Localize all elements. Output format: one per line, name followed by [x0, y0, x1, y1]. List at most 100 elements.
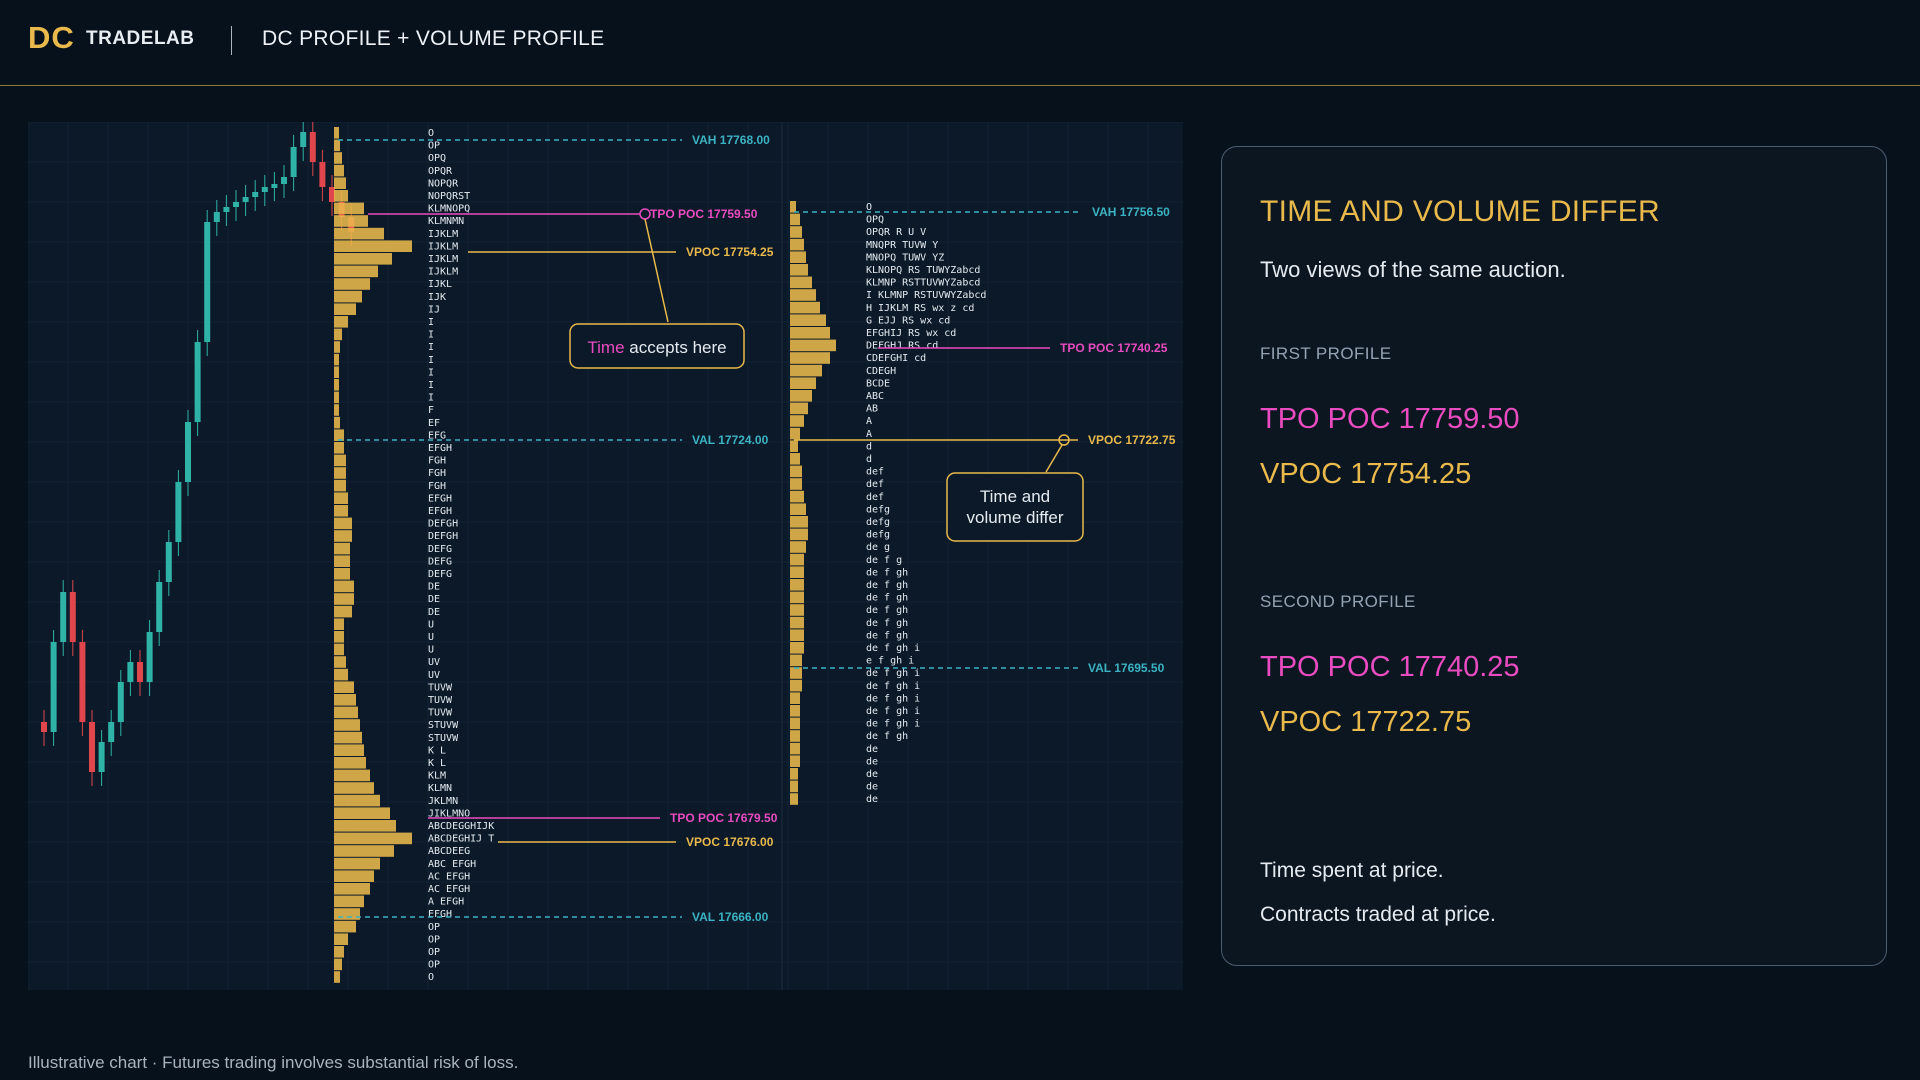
- volume-bar: [790, 201, 796, 213]
- volume-bar: [334, 908, 360, 920]
- second-profile-label: SECOND PROFILE: [1260, 592, 1416, 611]
- note-contracts: Contracts traded at price.: [1260, 903, 1496, 926]
- tpo-letter-row: KLM: [428, 771, 446, 782]
- tpo-letter-row: CDEGH: [866, 366, 896, 377]
- volume-bar: [334, 580, 354, 593]
- volume-bar: [790, 768, 798, 780]
- tpo-letter-row: de f gh: [866, 580, 908, 591]
- vpoc-1b-label: VPOC 17676.00: [686, 835, 774, 849]
- brand-logo[interactable]: DC: [28, 20, 75, 56]
- tpo-letter-row: de: [866, 769, 878, 780]
- volume-bar: [334, 857, 380, 870]
- volume-bar: [790, 553, 804, 566]
- callout-text-differ-2: volume differ: [966, 508, 1063, 527]
- volume-bar: [790, 213, 800, 226]
- tpo-letter-row: EFGH: [428, 506, 452, 517]
- tpo-letter-row: UV: [428, 657, 440, 668]
- tpo-letter-row: MNOPQ TUWV YZ: [866, 252, 944, 263]
- volume-bar: [334, 568, 350, 580]
- volume-bar: [334, 870, 374, 882]
- tpo-letter-row: KLNOPQ RS TUWYZabcd: [866, 265, 980, 276]
- vpoc-2-label: VPOC 17722.75: [1088, 433, 1176, 447]
- disclaimer-footer: Illustrative chart · Futures trading inv…: [28, 1053, 519, 1072]
- tpo-letter-row: K L: [428, 758, 446, 769]
- tpo-letter-row: de f gh i: [866, 643, 920, 654]
- tpo-letter-row: FGH: [428, 481, 446, 492]
- tpo-letter-row: I: [428, 380, 434, 391]
- tpo-letter-row: de f gh i: [866, 681, 920, 692]
- volume-bar: [334, 517, 352, 530]
- tpo-letter-row: OP: [428, 922, 440, 933]
- candle-body: [69, 592, 76, 642]
- tpo-letter-row: EFGH: [428, 493, 452, 504]
- candle-body: [281, 177, 287, 184]
- volume-bar: [790, 667, 802, 679]
- tpo-letter-row: DE: [428, 582, 440, 593]
- first-tpo-poc: TPO POC 17759.50: [1260, 403, 1520, 435]
- profile-chart[interactable]: O OP OPQ OPQR NOPQR NOPQRST KLMNOPQ KLMNMN IJKLM…: [28, 122, 1183, 990]
- volume-bar: [334, 782, 374, 794]
- volume-bar: [790, 352, 830, 364]
- volume-bar: [334, 265, 378, 278]
- tpo-letter-row: DEFGHJ RS cd: [866, 341, 938, 352]
- volume-bar: [790, 465, 802, 478]
- candle-body: [146, 632, 153, 682]
- tpo-letter-row: OP: [428, 947, 440, 958]
- volume-bar: [790, 314, 826, 326]
- volume-bar: [790, 717, 800, 730]
- candle-body: [233, 202, 239, 207]
- volume-bar: [334, 920, 356, 933]
- callout-box-differ: [946, 472, 1084, 542]
- candle-body: [242, 197, 249, 202]
- volume-bar: [790, 692, 800, 704]
- tpo-letter-row: ABCDEGGHIJK: [428, 821, 494, 832]
- tpo-letter-row: O: [428, 972, 434, 983]
- volume-bar: [790, 415, 804, 427]
- volume-bar: [334, 454, 346, 467]
- app-header: DC TRADELAB DC PROFILE + VOLUME PROFILE: [0, 0, 1920, 86]
- tpo-letter-row: FGH: [428, 456, 446, 467]
- brand-name[interactable]: TRADELAB: [86, 28, 195, 50]
- volume-bar: [790, 541, 806, 553]
- tpo-letter-row: de f gh: [866, 567, 908, 578]
- volume-bar: [790, 705, 800, 717]
- vpoc-1-label: VPOC 17754.25: [686, 245, 774, 259]
- panel-heading: TIME AND VOLUME DIFFER: [1260, 195, 1660, 228]
- volume-bar: [790, 730, 800, 742]
- volume-bar: [334, 240, 412, 252]
- tpo-letter-row: IJKLM: [428, 254, 458, 265]
- candle-body: [213, 212, 220, 222]
- candle-body: [41, 722, 47, 732]
- candle-body: [137, 662, 143, 682]
- volume-bar: [790, 339, 836, 352]
- volume-bar: [790, 679, 802, 692]
- volume-bar: [334, 492, 348, 504]
- tpo-letter-row: DE: [428, 607, 440, 618]
- volume-bar: [334, 253, 392, 265]
- volume-bar: [790, 490, 804, 503]
- candle-body: [204, 222, 211, 342]
- tpo-letter-row: A: [866, 429, 872, 440]
- volume-bar: [334, 177, 346, 189]
- volume-bar: [790, 327, 830, 339]
- candle-body: [271, 184, 278, 188]
- info-panel: TIME AND VOLUME DIFFER Two views of the …: [1221, 146, 1887, 966]
- candle-body: [261, 187, 268, 192]
- tpo-letter-row: NOPQR: [428, 178, 459, 189]
- tpo-letter-row: defg: [866, 504, 890, 515]
- tpo-letter-row: de: [866, 782, 878, 793]
- volume-bar: [334, 694, 356, 706]
- tpo-letter-row: F: [428, 405, 434, 416]
- tpo-letter-row: I: [428, 393, 434, 404]
- volume-bar: [790, 579, 804, 591]
- volume-bar: [334, 404, 339, 416]
- tpo-letter-row: KLMN: [428, 783, 452, 794]
- tpo-letter-row: DEFG: [428, 544, 452, 555]
- tpo-letter-row: de f g: [866, 555, 902, 566]
- tpo-letter-row: STUVW: [428, 720, 459, 731]
- tpo-letter-row: de: [866, 756, 878, 767]
- volume-bar: [334, 605, 352, 618]
- volume-bar: [790, 566, 804, 578]
- candle-body: [89, 722, 95, 772]
- volume-bar: [790, 629, 804, 641]
